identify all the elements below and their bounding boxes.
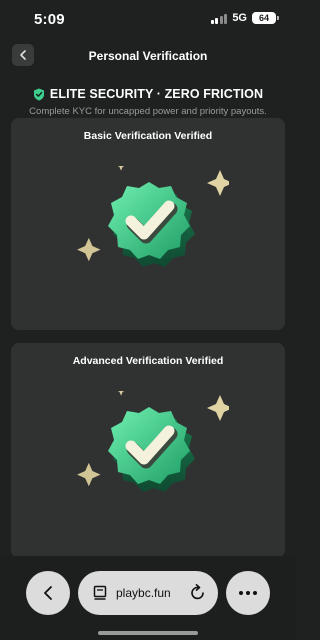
- chevron-left-icon: [44, 586, 52, 600]
- signal-icon: [210, 13, 228, 24]
- ellipsis-icon: [239, 591, 257, 595]
- more-options-button[interactable]: [226, 571, 270, 615]
- browser-toolbar: playbc.fun: [0, 556, 296, 640]
- advanced-verification-card: Advanced Verification Verified: [11, 343, 285, 558]
- card-title: Basic Verification Verified: [83, 130, 213, 142]
- battery-level: 64: [258, 13, 269, 23]
- page-icon: [93, 585, 107, 600]
- verified-badge-icon: [77, 166, 229, 267]
- reload-icon[interactable]: [190, 584, 206, 601]
- url-text: playbc.fun: [116, 586, 171, 600]
- verified-badge-icon: [77, 391, 229, 492]
- home-indicator: [98, 631, 198, 635]
- network-label: 5G: [232, 12, 247, 24]
- address-bar[interactable]: playbc.fun: [78, 571, 218, 615]
- badge-text: ELITE SECURITY · ZERO FRICTION: [49, 87, 264, 101]
- battery-icon: 64: [252, 12, 279, 24]
- status-time: 5:09: [34, 11, 65, 28]
- page-title: Personal Verification: [88, 49, 208, 63]
- shield-check-icon: [33, 88, 44, 100]
- status-bar: 5:09 5G 64: [0, 0, 296, 40]
- security-badge: ELITE SECURITY · ZERO FRICTION: [0, 87, 296, 101]
- basic-verification-card: Basic Verification Verified: [11, 118, 285, 330]
- card-title: Advanced Verification Verified: [72, 355, 224, 367]
- subtitle: Complete KYC for uncapped power and prio…: [29, 106, 267, 117]
- top-nav: Personal Verification: [0, 42, 296, 70]
- browser-back-button[interactable]: [26, 571, 70, 615]
- status-indicators: 5G 64: [210, 12, 279, 24]
